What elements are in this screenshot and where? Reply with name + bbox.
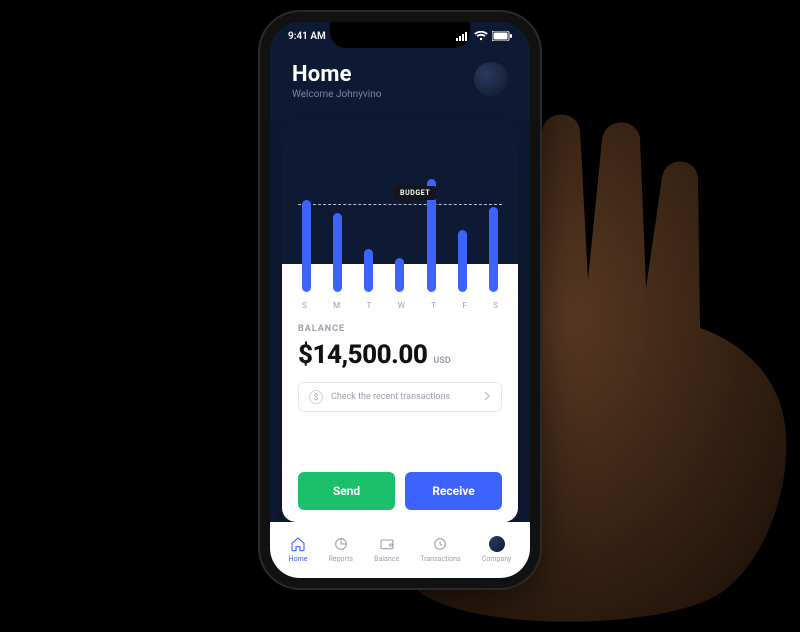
chart-x-label: S	[302, 301, 307, 310]
company-avatar-icon	[489, 536, 505, 552]
tab-home-label: Home	[289, 555, 308, 563]
main-card: EXPENSE BUDGET SMTWTFS BALANCE $14,500.0…	[282, 132, 518, 522]
status-time: 9:41 AM	[288, 31, 326, 42]
tab-transactions-label: Transactions	[420, 555, 460, 563]
welcome-text: Welcome Johnyvino	[292, 89, 508, 100]
tab-bar: Home Reports Balance Transactions Compan…	[270, 522, 530, 578]
chart-bar	[333, 213, 342, 292]
wifi-icon	[474, 31, 488, 41]
phone-frame: 9:41 AM Home Welcome Johnyvino EXPENSE B…	[260, 12, 540, 588]
chevron-right-icon	[483, 392, 491, 403]
clock-icon	[432, 536, 448, 552]
chart-x-label: W	[398, 301, 405, 310]
tab-balance-label: Balance	[374, 555, 399, 563]
budget-tag: BUDGET	[394, 186, 436, 200]
home-icon	[290, 536, 306, 552]
wallet-icon	[379, 536, 395, 552]
chart-bar	[489, 207, 498, 292]
tab-company-label: Company	[482, 555, 512, 563]
chart-bar	[395, 258, 404, 292]
signal-icon	[456, 32, 470, 41]
chart-x-label: T	[367, 301, 372, 310]
balance-label: BALANCE	[298, 324, 502, 334]
send-button[interactable]: Send	[298, 472, 395, 510]
tab-reports-label: Reports	[329, 555, 353, 563]
tab-balance[interactable]: Balance	[374, 536, 399, 563]
chart-bar	[364, 249, 373, 292]
tab-transactions[interactable]: Transactions	[420, 536, 460, 563]
chart-bar	[458, 230, 467, 292]
battery-icon	[492, 31, 512, 41]
chart-x-label: T	[431, 301, 436, 310]
dollar-icon: $	[309, 390, 323, 404]
chart-x-label: M	[333, 301, 340, 310]
balance-amount: $14,500.00	[298, 340, 427, 370]
pie-chart-icon	[333, 536, 349, 552]
tab-reports[interactable]: Reports	[329, 536, 353, 563]
chart-x-label: F	[462, 301, 466, 310]
chart-bar	[302, 200, 311, 292]
tab-home[interactable]: Home	[289, 536, 308, 563]
avatar[interactable]	[474, 62, 508, 96]
balance-currency: USD	[433, 356, 450, 366]
expense-chart: BUDGET S M T W T F S	[298, 168, 502, 310]
status-bar: 9:41 AM	[270, 28, 530, 44]
chart-x-label: S	[493, 301, 498, 310]
recent-transactions-label: Check the recent transactions	[331, 392, 450, 402]
tab-company[interactable]: Company	[482, 536, 512, 563]
receive-button[interactable]: Receive	[405, 472, 502, 510]
recent-transactions-link[interactable]: $ Check the recent transactions	[298, 382, 502, 412]
